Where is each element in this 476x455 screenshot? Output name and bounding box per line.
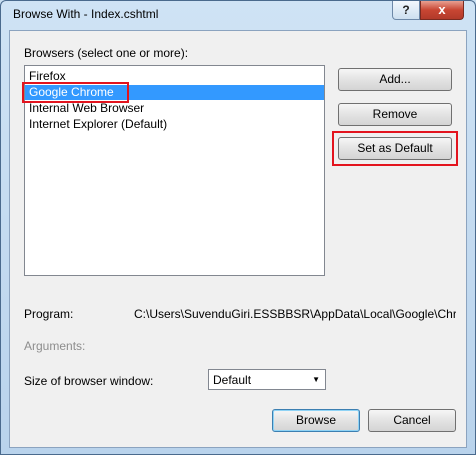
add-button[interactable]: Add... bbox=[338, 68, 452, 91]
remove-button[interactable]: Remove bbox=[338, 103, 452, 126]
help-button[interactable]: ? bbox=[392, 1, 420, 20]
cancel-button[interactable]: Cancel bbox=[368, 409, 456, 432]
dialog-body: Browsers (select one or more): Firefox G… bbox=[9, 30, 467, 448]
chrome-highlight-box bbox=[22, 82, 129, 103]
window-title: Browse With - Index.cshtml bbox=[13, 7, 159, 21]
window-size-select[interactable]: Default ▼ bbox=[208, 369, 326, 390]
window-size-value: Default bbox=[213, 373, 252, 387]
list-item[interactable]: Internet Explorer (Default) bbox=[25, 117, 324, 132]
close-button[interactable]: x bbox=[420, 1, 464, 20]
browsers-label: Browsers (select one or more): bbox=[24, 46, 189, 60]
list-item[interactable]: Internal Web Browser bbox=[25, 101, 324, 116]
browse-button[interactable]: Browse bbox=[272, 409, 360, 432]
dialog-window: Browse With - Index.cshtml ? x Browsers … bbox=[0, 0, 476, 455]
program-label: Program: bbox=[24, 307, 74, 321]
window-size-label: Size of browser window: bbox=[24, 374, 154, 388]
program-path: C:\Users\SuvenduGiri.ESSBBSR\AppData\Loc… bbox=[134, 307, 456, 321]
close-icon: x bbox=[438, 2, 446, 17]
set-default-highlight-box bbox=[332, 131, 458, 166]
dropdown-arrow-icon: ▼ bbox=[312, 375, 320, 384]
arguments-label: Arguments: bbox=[24, 339, 86, 353]
